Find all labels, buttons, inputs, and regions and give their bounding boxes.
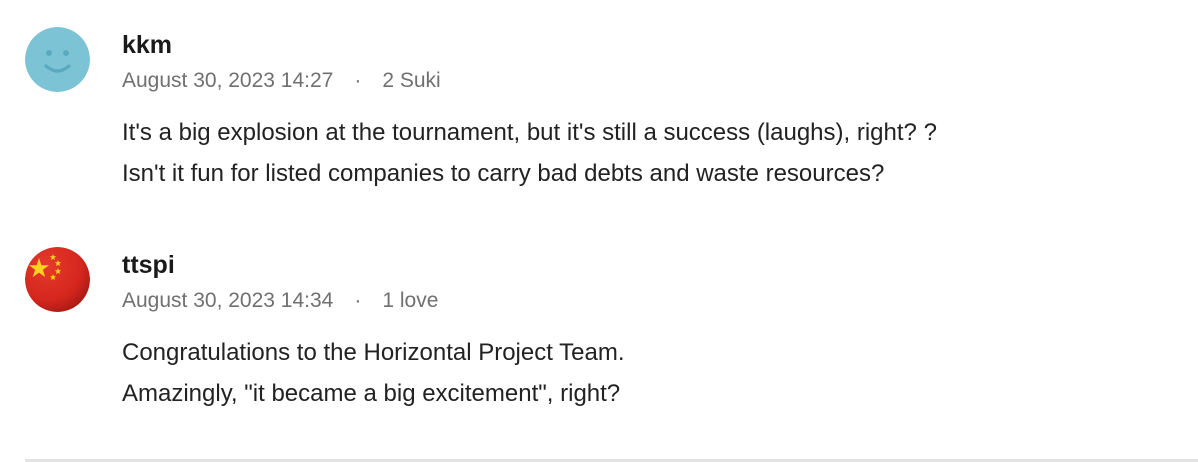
username[interactable]: kkm [122, 28, 441, 62]
comment-body: It's a big explosion at the tournament, … [122, 112, 937, 194]
china-flag-icon [25, 247, 90, 312]
reaction-count[interactable]: 2 Suki [382, 69, 440, 92]
avatar[interactable] [25, 247, 90, 312]
comment-text-line: Amazingly, "it became a big excitement",… [122, 380, 621, 407]
avatar[interactable] [25, 27, 90, 92]
meta-separator: · [354, 289, 362, 312]
comment-text-line: Congratulations to the Horizontal Projec… [122, 339, 625, 366]
username[interactable]: ttspi [122, 248, 438, 282]
smiley-face-icon [25, 27, 90, 92]
comment-list: kkm August 30, 2023 14:27 · 2 Suki It's a … [0, 0, 1198, 462]
comment-meta-line: August 30, 2023 14:34 · 1 love [122, 287, 438, 315]
comment-meta: kkm August 30, 2023 14:27 · 2 Suki [122, 28, 441, 95]
comment-text-line: It's a big explosion at the tournament, … [122, 119, 937, 146]
timestamp: August 30, 2023 14:34 [122, 289, 334, 312]
comment-text-line: Isn't it fun for listed companies to car… [122, 160, 885, 187]
comment-meta-line: August 30, 2023 14:27 · 2 Suki [122, 67, 441, 95]
timestamp: August 30, 2023 14:27 [122, 69, 334, 92]
comment-meta: ttspi August 30, 2023 14:34 · 1 love [122, 248, 438, 315]
comment-body: Congratulations to the Horizontal Projec… [122, 332, 625, 414]
reaction-count[interactable]: 1 love [382, 289, 438, 312]
meta-separator: · [354, 69, 362, 92]
